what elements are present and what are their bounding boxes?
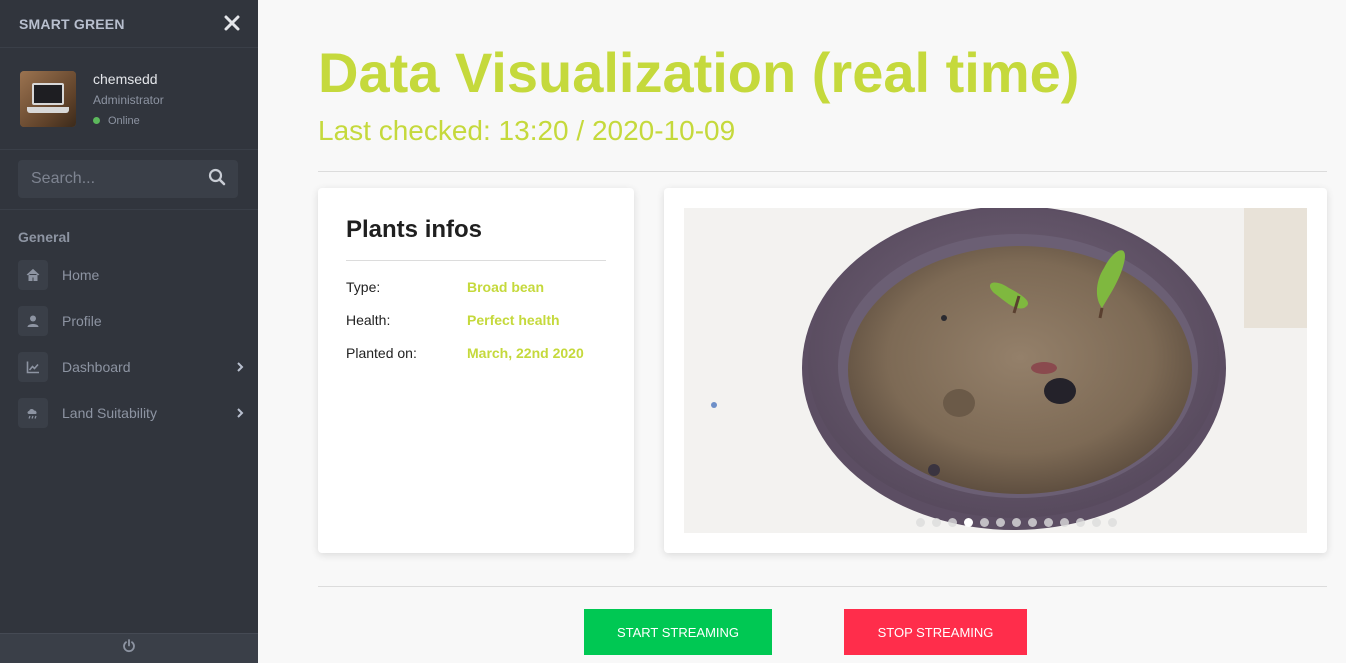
home-icon [18,260,48,290]
sidebar-item-label: Dashboard [62,359,131,375]
chart-icon [18,352,48,382]
carousel-dot[interactable] [916,518,925,527]
sidebar-footer [0,633,258,663]
carousel-dot[interactable] [1012,518,1021,527]
user-name: chemsedd [93,70,158,87]
carousel-dot[interactable] [1092,518,1101,527]
sidebar-item-profile[interactable]: Profile [0,298,258,344]
last-checked: Last checked: 13:20 / 2020-10-09 [318,115,736,146]
sidebar-item-label: Land Suitability [62,405,157,421]
carousel-dot[interactable] [964,518,973,527]
brand-title: SMART GREEN [19,15,125,32]
carousel-dot[interactable] [980,518,989,527]
plant-photo-card [664,188,1327,553]
online-indicator-icon [93,117,100,124]
carousel-dot[interactable] [996,518,1005,527]
carousel-dot[interactable] [1108,518,1117,527]
info-key: Planted on: [346,345,417,361]
user-role: Administrator [93,92,164,107]
plant-photo-carousel[interactable] [684,208,1307,533]
info-key: Type: [346,279,381,295]
page-title: Data Visualization (real time) [318,41,1080,104]
carousel-dot[interactable] [1060,518,1069,527]
user-status-label: Online [108,114,140,127]
sidebar-item-land-suitability[interactable]: Land Suitability [0,390,258,436]
info-value: Broad bean [467,279,545,295]
user-panel: chemsedd Administrator Online [0,48,258,150]
carousel-dot[interactable] [932,518,941,527]
stop-streaming-button[interactable]: STOP STREAMING [844,609,1027,655]
search-area [0,150,258,210]
info-row-type: Type: Broad bean [346,279,606,312]
plants-info-card: Plants infos Type: Broad bean Health: Pe… [318,188,634,553]
chevron-right-icon [236,405,244,421]
main-content: Data Visualization (real time) Last chec… [258,0,1346,663]
info-value: Perfect health [467,312,560,328]
carousel-indicators [916,518,1124,527]
search-input[interactable] [31,170,191,188]
plant-pot-image [684,208,1307,533]
user-status: Online [93,115,164,127]
sidebar: SMART GREEN chemsedd Administrator Onlin… [0,0,258,663]
plants-info-heading: Plants infos [346,216,606,261]
info-row-planted-on: Planted on: March, 22nd 2020 [346,345,606,378]
info-key: Health: [346,312,391,328]
power-icon[interactable] [122,639,136,658]
divider [318,586,1327,587]
sidebar-item-label: Home [62,267,100,283]
carousel-dot[interactable] [1044,518,1053,527]
weather-icon [18,398,48,428]
sidebar-header: SMART GREEN [0,0,258,48]
close-icon[interactable] [224,13,240,35]
start-streaming-button[interactable]: START STREAMING [584,609,772,655]
search-box [18,160,238,198]
user-icon [18,306,48,336]
sidebar-item-home[interactable]: Home [0,252,258,298]
divider [318,171,1327,172]
search-icon[interactable] [208,168,226,191]
info-value: March, 22nd 2020 [467,345,584,361]
sidebar-menu: Home Profile Dashboard Land Suitability [0,252,258,436]
carousel-dot[interactable] [1028,518,1037,527]
sidebar-item-dashboard[interactable]: Dashboard [0,344,258,390]
chevron-right-icon [236,359,244,375]
section-title-general: General [18,229,71,245]
carousel-dot[interactable] [948,518,957,527]
avatar[interactable] [20,70,76,127]
carousel-dot[interactable] [1076,518,1085,527]
info-row-health: Health: Perfect health [346,312,606,345]
sidebar-item-label: Profile [62,313,102,329]
